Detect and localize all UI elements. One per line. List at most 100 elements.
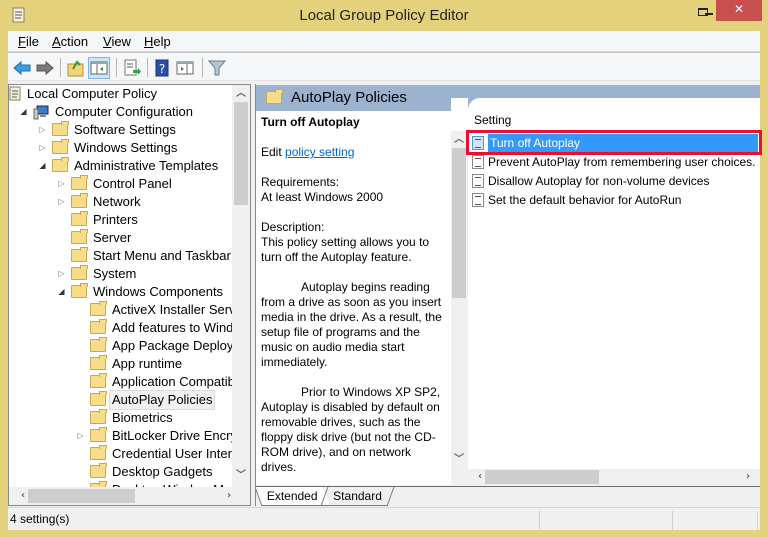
- filter-button[interactable]: [206, 57, 228, 79]
- help-button[interactable]: ?: [151, 57, 173, 79]
- folder-icon: [52, 121, 69, 136]
- tree-item-label: System: [93, 266, 137, 281]
- scroll-down-icon[interactable]: ﹀: [233, 469, 249, 483]
- tree-item[interactable]: Desktop Gadgets: [76, 463, 232, 481]
- view-tabs: Extended Standard: [254, 486, 760, 506]
- highlight-annotation: [466, 130, 762, 155]
- tree-item[interactable]: ▷ Control Panel: [57, 175, 232, 193]
- menu-label: iew: [111, 34, 131, 49]
- maximize-icon: [698, 8, 708, 16]
- expanded-triangle-icon[interactable]: ◢: [38, 161, 47, 170]
- menu-file[interactable]: File: [18, 34, 39, 49]
- tree-item[interactable]: ▷ Windows Settings: [38, 139, 232, 157]
- requirements-label: Requirements:: [261, 175, 340, 189]
- tree-vertical-scrollbar[interactable]: ︿ ﹀: [232, 85, 250, 487]
- setting-row[interactable]: Prevent AutoPlay from remembering user c…: [470, 153, 756, 171]
- folder-icon: [71, 175, 88, 190]
- setting-row[interactable]: Set the default behavior for AutoRun: [470, 191, 756, 209]
- scroll-down-icon[interactable]: ﹀: [451, 453, 467, 467]
- tab-extended[interactable]: Extended: [254, 487, 330, 506]
- menu-label: ction: [60, 34, 89, 49]
- close-button[interactable]: ✕: [716, 0, 762, 21]
- scroll-right-icon[interactable]: ›: [740, 470, 756, 484]
- setting-row[interactable]: Disallow Autoplay for non-volume devices: [470, 172, 756, 190]
- folder-icon: [90, 391, 107, 406]
- toolbar: ?: [8, 52, 760, 81]
- console-tree[interactable]: Local Computer Policy ◢ Computer Configura…: [8, 84, 251, 506]
- tree-item-label: ActiveX Installer Service: [112, 302, 232, 317]
- up-button[interactable]: [65, 57, 87, 79]
- show-hide-console-tree-icon: [90, 61, 108, 75]
- folder-icon: [71, 211, 88, 226]
- export-list-icon: [124, 59, 141, 76]
- tree-item[interactable]: Local Computer Policy: [9, 85, 232, 103]
- tree-item[interactable]: Add features to Windows 8: [76, 319, 232, 337]
- collapsed-triangle-icon[interactable]: ▷: [76, 431, 85, 440]
- collapsed-triangle-icon[interactable]: ▷: [57, 197, 66, 206]
- tree-item[interactable]: Server: [57, 229, 232, 247]
- folder-icon: [266, 89, 283, 104]
- folder-icon: [52, 157, 69, 172]
- tree-item[interactable]: Biometrics: [76, 409, 232, 427]
- tree-item[interactable]: ◢ Administrative Templates: [38, 157, 232, 175]
- tree-item[interactable]: ▷ Network: [57, 193, 232, 211]
- scroll-up-icon[interactable]: ︿: [233, 87, 249, 101]
- tree-item[interactable]: Printers: [57, 211, 232, 229]
- menu-help[interactable]: Help: [144, 34, 171, 49]
- tree-item-label: Control Panel: [93, 176, 172, 191]
- tree-item[interactable]: ▷ System: [57, 265, 232, 283]
- tree-item[interactable]: ActiveX Installer Service: [76, 301, 232, 319]
- menu-view[interactable]: View: [103, 34, 131, 49]
- scroll-up-icon[interactable]: ︿: [451, 133, 467, 147]
- settings-horizontal-scrollbar[interactable]: ‹ ›: [468, 469, 760, 485]
- maximize-button[interactable]: [690, 5, 712, 23]
- export-list-button[interactable]: [121, 57, 143, 79]
- forward-button[interactable]: [34, 57, 56, 79]
- forward-arrow-icon: [36, 60, 54, 76]
- tree-item[interactable]: App Package Deployment: [76, 337, 232, 355]
- tree-item[interactable]: Credential User Interface: [76, 445, 232, 463]
- policy-setting-icon: [472, 193, 484, 207]
- edit-policy-setting-link[interactable]: policy setting: [285, 145, 354, 159]
- tree-item[interactable]: App runtime: [76, 355, 232, 373]
- toolbar-separator: [147, 58, 148, 77]
- tree-item-label: Credential User Interface: [112, 446, 232, 461]
- expanded-triangle-icon[interactable]: ◢: [57, 287, 66, 296]
- tree-item[interactable]: ◢ Computer Configuration: [19, 103, 232, 121]
- tree-item[interactable]: ◢ Windows Components: [57, 283, 232, 301]
- expanded-triangle-icon[interactable]: ◢: [19, 107, 28, 116]
- show-hide-console-tree-button[interactable]: [88, 57, 110, 79]
- description-panel: Turn off Autoplay Edit policy setting Re…: [256, 111, 451, 485]
- tree-item[interactable]: AutoPlay Policies: [76, 390, 232, 410]
- tab-standard[interactable]: Standard: [320, 487, 395, 506]
- folder-icon: [52, 139, 69, 154]
- folder-icon: [71, 193, 88, 208]
- menu-action[interactable]: Action: [52, 34, 88, 49]
- tree-item[interactable]: ▷ BitLocker Drive Encryption: [76, 427, 232, 445]
- tree-item[interactable]: Start Menu and Taskbar: [57, 247, 232, 265]
- folder-icon: [90, 319, 107, 334]
- scroll-thumb[interactable]: [485, 470, 599, 484]
- scroll-thumb[interactable]: [452, 148, 466, 298]
- help-icon: ?: [155, 59, 169, 77]
- show-hide-action-pane-button[interactable]: [174, 57, 196, 79]
- description-vertical-scrollbar[interactable]: ︿ ﹀: [451, 131, 467, 486]
- collapsed-triangle-icon[interactable]: ▷: [38, 125, 47, 134]
- tree-item-label: Start Menu and Taskbar: [93, 248, 231, 263]
- status-divider: [757, 511, 758, 530]
- collapsed-triangle-icon[interactable]: ▷: [57, 179, 66, 188]
- scroll-thumb[interactable]: [28, 489, 135, 503]
- tree-list: Local Computer Policy ◢ Computer Configura…: [9, 85, 232, 487]
- collapsed-triangle-icon[interactable]: ▷: [57, 269, 66, 278]
- folder-icon: [90, 445, 107, 460]
- tree-item[interactable]: Application Compatibility: [76, 373, 232, 391]
- tree-item[interactable]: ▷ Software Settings: [38, 121, 232, 139]
- column-header-setting[interactable]: Setting: [474, 113, 511, 127]
- back-button[interactable]: [11, 57, 33, 79]
- collapsed-triangle-icon[interactable]: ▷: [38, 143, 47, 152]
- scroll-thumb[interactable]: [234, 102, 248, 205]
- scroll-right-icon[interactable]: ›: [221, 489, 237, 503]
- tree-horizontal-scrollbar[interactable]: ‹ ›: [9, 487, 250, 505]
- tree-item-label: Printers: [93, 212, 138, 227]
- tree-item-label: Local Computer Policy: [27, 86, 158, 101]
